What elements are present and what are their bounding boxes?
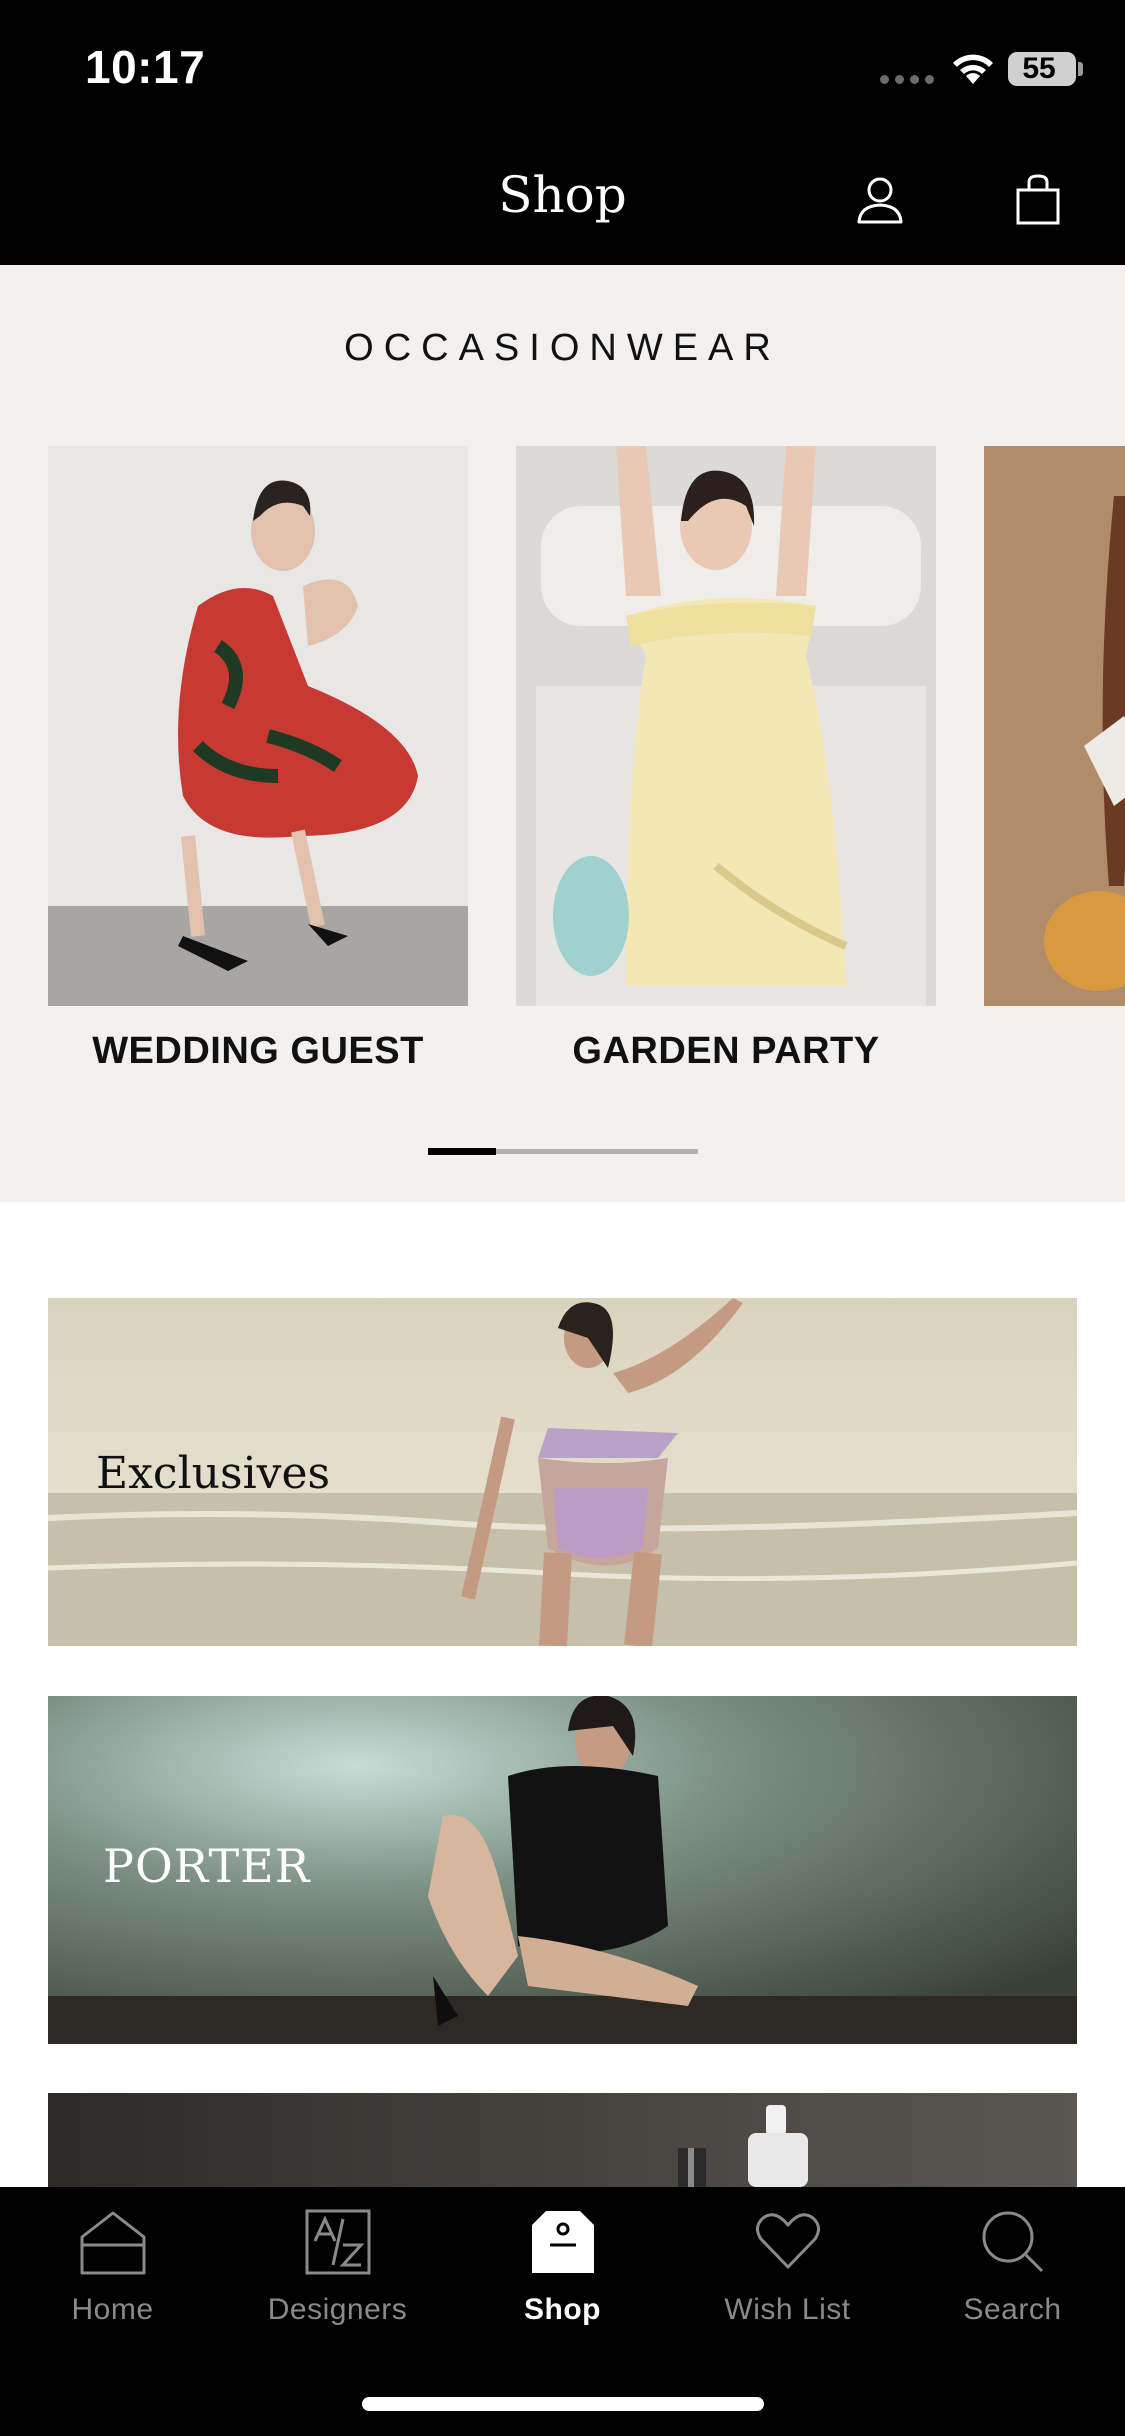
tab-search[interactable]: Search [900,2207,1125,2347]
battery-icon: 55 [1008,52,1076,86]
account-icon[interactable] [850,170,910,230]
shopping-bag-icon[interactable] [1008,170,1068,230]
tab-home[interactable]: Home [0,2207,225,2347]
battery-level: 55 [1022,52,1056,85]
tab-label: Wish List [724,2293,851,2326]
heart-icon [755,2213,820,2269]
porter-logo: PORTER [103,1839,311,1893]
banner-beauty[interactable] [48,2093,1077,2187]
section-title: OCCASIONWEAR [344,327,781,369]
tab-label: Designers [267,2293,408,2326]
wifi-icon [953,54,993,84]
battery-cap [1078,62,1083,76]
search-icon [982,2211,1043,2273]
tab-designers[interactable]: Designers [225,2207,450,2347]
banner-exclusives[interactable]: Exclusives [48,1298,1077,1646]
tab-label: Home [71,2293,154,2326]
wedding-guest-image [48,446,468,1006]
card-label: GARDEN PARTY [572,1030,880,1072]
cellular-signal-icon [880,75,934,84]
third-card-image [984,446,1125,1006]
home-indicator[interactable] [362,2397,764,2411]
shop-bag-icon [531,2211,594,2273]
tab-shop[interactable]: Shop [450,2207,675,2347]
status-bar: 10:17 55 [0,0,1125,140]
tab-wish-list[interactable]: Wish List [675,2207,900,2347]
home-icon [80,2211,145,2275]
card-wedding-guest[interactable]: WEDDING GUEST [48,446,468,1073]
banner-title: Exclusives [96,1448,331,1499]
designers-az-icon [305,2209,370,2275]
tab-label: Shop [524,2293,601,2326]
banner-porter[interactable]: PORTER [48,1696,1077,2044]
tab-label: Search [963,2293,1062,2326]
card-garden-party[interactable]: GARDEN PARTY [516,446,936,1073]
page-title: Shop [498,166,627,224]
card-third[interactable] [984,446,1125,1030]
card-label: WEDDING GUEST [92,1030,424,1072]
occasionwear-section: OCCASIONWEAR WEDDING GUEST GARDEN PARTY [0,265,1125,1202]
nav-bar: Shop [0,140,1125,265]
garden-party-image [516,446,936,1006]
status-time: 10:17 [85,41,206,93]
carousel-scroll-thumb[interactable] [428,1148,496,1155]
